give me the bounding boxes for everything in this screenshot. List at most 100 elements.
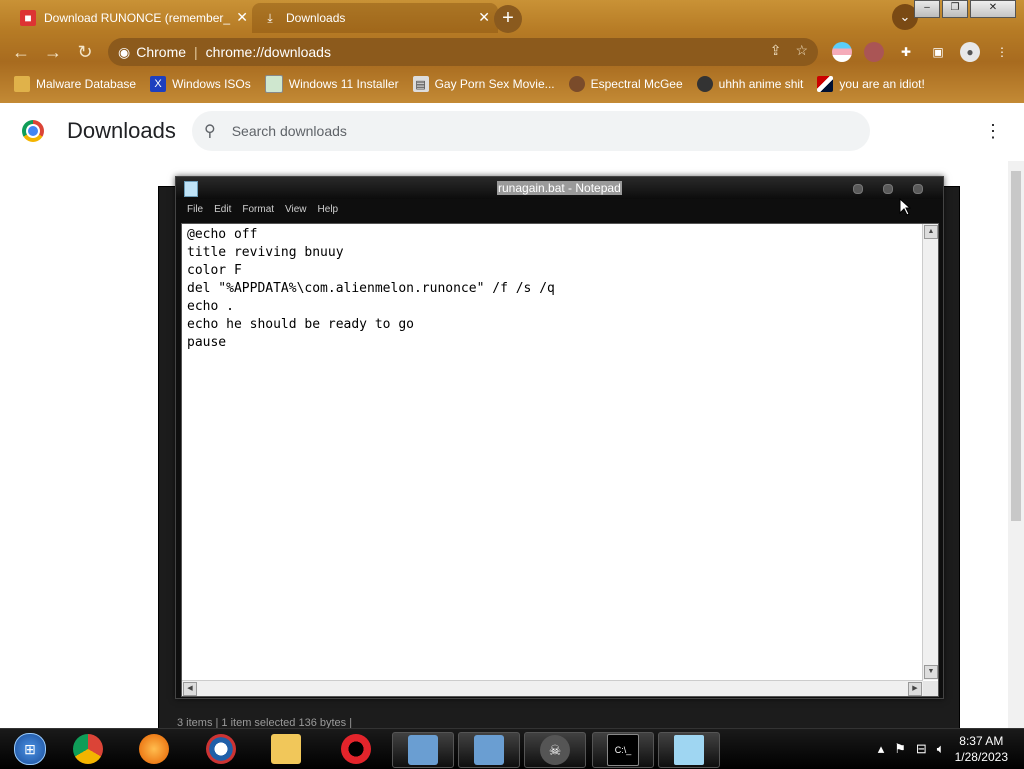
notepad-window[interactable]: runagain.bat - Notepad File Edit Format … bbox=[175, 176, 944, 699]
monitor-icon: ▤ bbox=[412, 76, 429, 92]
bookmark-malware-database[interactable]: Malware Database bbox=[14, 76, 136, 92]
bookmark-windows-isos[interactable]: X Windows ISOs bbox=[150, 76, 251, 92]
anime-icon bbox=[696, 76, 713, 92]
taskbar-notepad[interactable] bbox=[658, 732, 720, 768]
bookmark-gay-porn-sex-movie[interactable]: ▤ Gay Porn Sex Movie... bbox=[412, 76, 555, 92]
taskbar-chrome[interactable] bbox=[58, 732, 118, 766]
resize-grip-icon[interactable] bbox=[923, 681, 938, 696]
scroll-down-icon[interactable]: ▼ bbox=[924, 665, 938, 679]
page-scrollbar[interactable] bbox=[1008, 161, 1024, 728]
menu-help[interactable]: Help bbox=[318, 201, 339, 219]
maximize-button[interactable] bbox=[883, 184, 893, 194]
download-icon: ⤓ bbox=[267, 10, 273, 25]
search-downloads-input[interactable]: ⚲ Search downloads bbox=[192, 111, 870, 151]
menu-format[interactable]: Format bbox=[242, 201, 274, 219]
tab-strip: ■ Download RUNONCE (remember_ ✕ ⤓ Downlo… bbox=[0, 0, 1024, 36]
taskbar-installer-2[interactable] bbox=[458, 732, 520, 768]
tab-runonce[interactable]: ■ Download RUNONCE (remember_ ✕ bbox=[10, 3, 256, 33]
notepad-titlebar[interactable]: runagain.bat - Notepad bbox=[176, 177, 943, 199]
share-icon[interactable]: ⇪ bbox=[770, 42, 782, 59]
window-title: runagain.bat - Notepad bbox=[497, 181, 622, 195]
more-options-icon[interactable]: ⋮ bbox=[984, 121, 1002, 142]
taskbar-firefox[interactable] bbox=[124, 732, 184, 766]
chevron-up-icon[interactable]: ▴ bbox=[878, 741, 885, 757]
close-window-button[interactable]: ✕ bbox=[970, 0, 1016, 18]
cmd-icon: C:\_ bbox=[607, 734, 639, 766]
clock-date: 1/28/2023 bbox=[954, 750, 1008, 764]
text-editor[interactable]: @echo off title reviving bnuuy color F d… bbox=[181, 223, 939, 697]
bookmark-label: Espectral McGee bbox=[590, 77, 683, 91]
network-icon[interactable]: ⊟ bbox=[916, 741, 927, 757]
system-tray: ▴ ⚑ ⊟ 🔈︎ 8:37 AM 1/28/2023 bbox=[878, 729, 1024, 769]
start-button[interactable]: ⊞ bbox=[0, 732, 60, 766]
url-text: chrome://downloads bbox=[205, 44, 331, 60]
bookmark-label: uhhh anime shit bbox=[718, 77, 804, 91]
notepad-menubar: File Edit Format View Help bbox=[176, 201, 943, 219]
flag-icon bbox=[817, 76, 834, 92]
bookmark-star-icon[interactable]: ☆ bbox=[795, 42, 808, 59]
search-placeholder: Search downloads bbox=[231, 123, 347, 139]
editor-content[interactable]: @echo off title reviving bnuuy color F d… bbox=[187, 226, 555, 352]
bookmark-you-are-an-idiot[interactable]: you are an idiot! bbox=[817, 76, 925, 92]
avatar-icon bbox=[568, 76, 585, 92]
back-icon[interactable]: ← bbox=[8, 40, 34, 64]
taskbar-cmd[interactable]: C:\_ bbox=[592, 732, 654, 768]
menu-view[interactable]: View bbox=[285, 201, 307, 219]
bookmarks-bar: Malware Database X Windows ISOs Windows … bbox=[0, 70, 1024, 98]
taskbar-file-explorer[interactable] bbox=[256, 732, 316, 766]
scroll-up-icon[interactable]: ▲ bbox=[924, 225, 938, 239]
close-button[interactable] bbox=[913, 184, 923, 194]
profile-avatar-icon[interactable]: ● bbox=[960, 42, 980, 62]
tab-title: Download RUNONCE (remember_ bbox=[44, 11, 231, 25]
obama-logo-icon bbox=[206, 734, 236, 764]
bookmark-label: Windows 11 Installer bbox=[288, 77, 399, 91]
folder-icon bbox=[271, 734, 301, 764]
close-icon[interactable]: ✕ bbox=[478, 9, 490, 26]
volume-icon[interactable]: 🔈︎ bbox=[937, 741, 945, 757]
chrome-icon bbox=[73, 734, 103, 764]
search-icon: ⚲ bbox=[204, 123, 216, 140]
scroll-right-icon[interactable]: ▶ bbox=[908, 682, 922, 696]
taskbar-skull-app[interactable]: ☠ bbox=[524, 732, 586, 768]
bookmark-label: Gay Porn Sex Movie... bbox=[434, 77, 555, 91]
new-tab-button[interactable]: + bbox=[494, 5, 522, 33]
menu-file[interactable]: File bbox=[187, 201, 203, 219]
profile-extension-icon[interactable] bbox=[864, 42, 884, 62]
maximize-button[interactable]: ❐ bbox=[942, 0, 968, 18]
notepad-icon bbox=[674, 735, 704, 765]
installer-icon bbox=[474, 735, 504, 765]
close-icon[interactable]: ✕ bbox=[236, 9, 248, 26]
omnibox-separator: | bbox=[194, 44, 198, 60]
x-icon: X bbox=[150, 76, 167, 92]
trans-flag-extension-icon[interactable] bbox=[832, 42, 852, 62]
vertical-scrollbar[interactable]: ▲ ▼ bbox=[922, 224, 938, 680]
taskbar-installer-1[interactable] bbox=[392, 732, 454, 768]
forward-icon[interactable]: → bbox=[40, 40, 66, 64]
side-panel-icon[interactable]: ▣ bbox=[928, 42, 948, 62]
minimize-button[interactable]: – bbox=[914, 0, 940, 18]
address-bar[interactable]: ◉ Chrome | chrome://downloads ⇪ ☆ bbox=[108, 38, 818, 66]
bookmark-anime[interactable]: uhhh anime shit bbox=[696, 76, 804, 92]
horizontal-scrollbar[interactable]: ◀ ▶ bbox=[182, 680, 923, 696]
page-title: Downloads bbox=[67, 118, 176, 143]
taskbar: ⊞ ☠ C:\_ ▴ ⚑ ⊟ 🔈︎ 8:37 AM 1/28/2023 bbox=[0, 728, 1024, 769]
clock[interactable]: 8:37 AM 1/28/2023 bbox=[955, 733, 1008, 765]
folder-icon bbox=[14, 76, 30, 92]
menu-edit[interactable]: Edit bbox=[214, 201, 231, 219]
downloads-header: Downloads ⚲ Search downloads ⋮ bbox=[0, 103, 1024, 161]
taskbar-opera[interactable] bbox=[326, 732, 386, 766]
bookmark-label: Windows ISOs bbox=[172, 77, 251, 91]
chrome-logo-icon bbox=[22, 120, 44, 142]
scroll-left-icon[interactable]: ◀ bbox=[183, 682, 197, 696]
bookmark-espectral-mcgee[interactable]: Espectral McGee bbox=[568, 76, 683, 92]
toolbar: ← → ↻ ◉ Chrome | chrome://downloads ⇪ ☆ … bbox=[0, 36, 1024, 68]
scroll-thumb[interactable] bbox=[1011, 171, 1021, 521]
tab-downloads[interactable]: ⤓ Downloads ✕ bbox=[252, 3, 498, 33]
minimize-button[interactable] bbox=[853, 184, 863, 194]
menu-kebab-icon[interactable]: ⋮ bbox=[992, 42, 1012, 62]
taskbar-obama[interactable] bbox=[191, 732, 251, 766]
extensions-puzzle-icon[interactable]: ✚ bbox=[896, 42, 916, 62]
reload-icon[interactable]: ↻ bbox=[72, 40, 98, 64]
action-center-flag-icon[interactable]: ⚑ bbox=[894, 741, 906, 757]
bookmark-windows-11-installer[interactable]: Windows 11 Installer bbox=[264, 75, 399, 93]
